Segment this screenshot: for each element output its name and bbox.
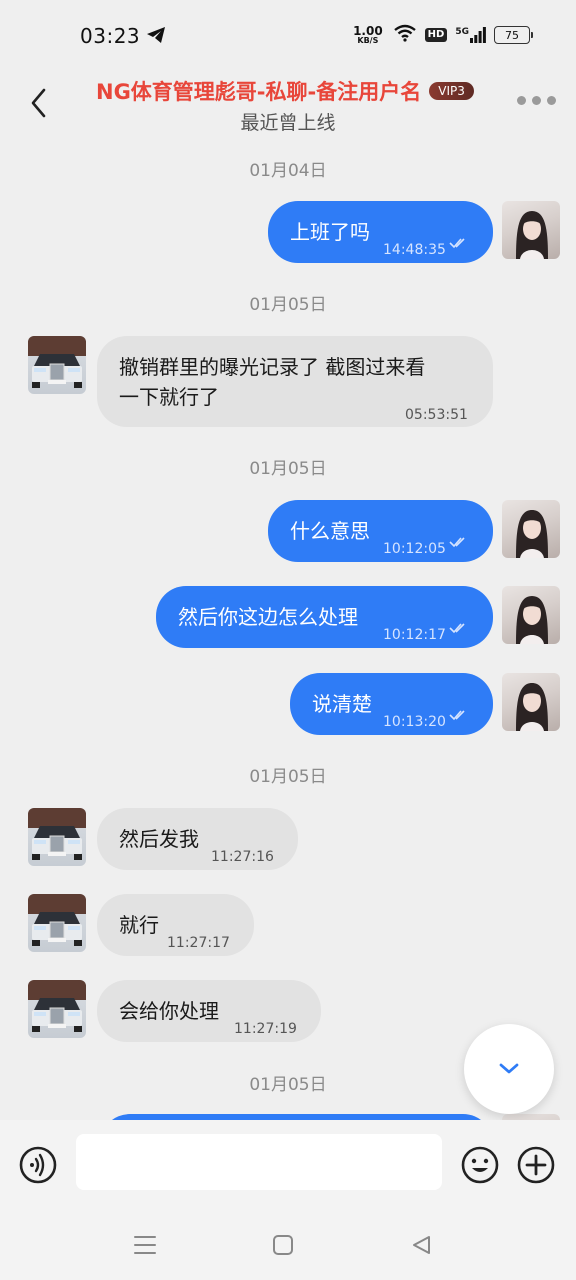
girl-avatar-icon — [516, 211, 548, 259]
chat-header: NG体育管理彪哥-私聊-备注用户名 VIP3 最近曾上线 — [0, 70, 576, 144]
message-text: 然后发我 — [119, 827, 199, 851]
date-separator: 01月05日 — [249, 767, 327, 787]
attach-plus-button[interactable] — [516, 1145, 556, 1189]
hd-badge: HD — [424, 28, 448, 42]
message-text: 会给你处理 — [119, 999, 219, 1023]
contact-avatar[interactable] — [28, 980, 86, 1038]
contact-avatar[interactable] — [28, 336, 86, 394]
message-bubble-incoming[interactable]: 然后发我 11:27:16 — [97, 808, 298, 870]
message-bubble-outgoing[interactable]: 上班了吗 14:48:35 — [268, 201, 493, 263]
message-time: 05:53:51 — [405, 407, 468, 423]
message-time: 10:12:05 — [383, 541, 446, 557]
net-speed: 1.00 KB/S — [353, 25, 383, 45]
home-square-icon — [273, 1235, 293, 1255]
message-time: 10:13:20 — [383, 714, 446, 730]
my-avatar[interactable] — [502, 201, 560, 259]
vip-badge: VIP3 — [429, 82, 474, 100]
net-speed-unit: KB/S — [357, 36, 379, 45]
date-separator: 01月05日 — [249, 459, 327, 479]
message-time: 14:48:35 — [383, 242, 446, 258]
emoji-smile-icon — [461, 1146, 499, 1184]
plus-icon — [517, 1146, 555, 1184]
more-dot-icon — [532, 96, 541, 105]
message-text-line: 撤销群里的曝光记录了 截图过来看 — [119, 355, 426, 379]
message-text: 说清楚 — [312, 692, 372, 716]
chevron-down-icon — [499, 1063, 519, 1074]
network-type: 5G — [455, 27, 469, 37]
more-dot-icon — [547, 96, 556, 105]
scroll-to-bottom-button[interactable] — [464, 1024, 554, 1114]
date-separator: 01月04日 — [249, 161, 327, 181]
cellular-signal-icon: 5G — [455, 27, 486, 43]
message-list[interactable]: 01月04日 上班了吗 14:48:35 01月05日 撤销群里的曝光记录了 截… — [0, 144, 576, 1120]
read-checkmarks-icon — [449, 537, 465, 548]
car-avatar-icon — [28, 336, 86, 388]
nav-home-button[interactable] — [272, 1234, 294, 1260]
my-avatar[interactable] — [502, 500, 560, 558]
contact-status: 最近曾上线 — [240, 112, 336, 134]
more-options-button[interactable] — [517, 96, 556, 105]
girl-avatar-icon — [516, 596, 548, 644]
message-text: 什么意思 — [290, 519, 370, 543]
message-bubble-outgoing[interactable]: 然后你这边怎么处理 10:12:17 — [156, 586, 493, 648]
contact-avatar[interactable] — [28, 808, 86, 866]
message-bubble-incoming[interactable]: 撤销群里的曝光记录了 截图过来看 一下就行了 05:53:51 — [97, 336, 493, 427]
my-avatar[interactable] — [502, 586, 560, 644]
system-nav-bar — [0, 1210, 576, 1280]
wifi-icon — [393, 24, 417, 46]
car-avatar-icon — [28, 808, 86, 860]
input-bar — [0, 1120, 576, 1210]
my-avatar[interactable] — [502, 673, 560, 731]
header-title-row[interactable]: NG体育管理彪哥-私聊-备注用户名 VIP3 — [96, 76, 496, 106]
read-checkmarks-icon — [449, 623, 465, 634]
girl-avatar-icon — [516, 683, 548, 731]
message-text: 就行 — [119, 913, 159, 937]
emoji-button[interactable] — [460, 1145, 500, 1189]
telegram-icon — [146, 26, 166, 48]
message-input[interactable] — [76, 1134, 442, 1190]
voice-input-button[interactable] — [18, 1145, 58, 1189]
nav-recents-button[interactable] — [134, 1234, 156, 1260]
message-time: 11:27:16 — [211, 849, 274, 865]
message-bubble-outgoing[interactable]: 什么意思 10:12:05 — [268, 500, 493, 562]
back-triangle-icon — [413, 1236, 430, 1254]
message-text: 上班了吗 — [290, 220, 370, 244]
nav-back-button[interactable] — [410, 1234, 432, 1260]
date-separator: 01月05日 — [249, 295, 327, 315]
status-icons: 1.00 KB/S HD 5G 75 — [353, 24, 533, 46]
message-bubble-outgoing[interactable]: 说清楚 10:13:20 — [290, 673, 493, 735]
message-time: 10:12:17 — [383, 627, 446, 643]
message-time: 11:27:19 — [234, 1021, 297, 1037]
more-dot-icon — [517, 96, 526, 105]
menu-lines-icon — [134, 1236, 156, 1254]
contact-avatar[interactable] — [28, 894, 86, 952]
message-time: 11:27:17 — [167, 935, 230, 951]
car-avatar-icon — [28, 894, 86, 946]
car-avatar-icon — [28, 980, 86, 1032]
contact-name: NG体育管理彪哥-私聊-备注用户名 — [96, 80, 422, 104]
battery-indicator: 75 — [494, 26, 533, 44]
message-bubble-incoming[interactable]: 会给你处理 11:27:19 — [97, 980, 321, 1042]
girl-avatar-icon — [516, 510, 548, 558]
read-checkmarks-icon — [449, 710, 465, 721]
status-time: 03:23 — [80, 24, 141, 48]
voice-icon — [19, 1146, 57, 1184]
read-checkmarks-icon — [449, 238, 465, 249]
message-text-line: 一下就行了 — [119, 385, 219, 409]
status-bar: 03:23 1.00 KB/S HD 5G 75 — [0, 0, 576, 70]
message-bubble-incoming[interactable]: 就行 11:27:17 — [97, 894, 254, 956]
message-text: 然后你这边怎么处理 — [178, 605, 358, 629]
